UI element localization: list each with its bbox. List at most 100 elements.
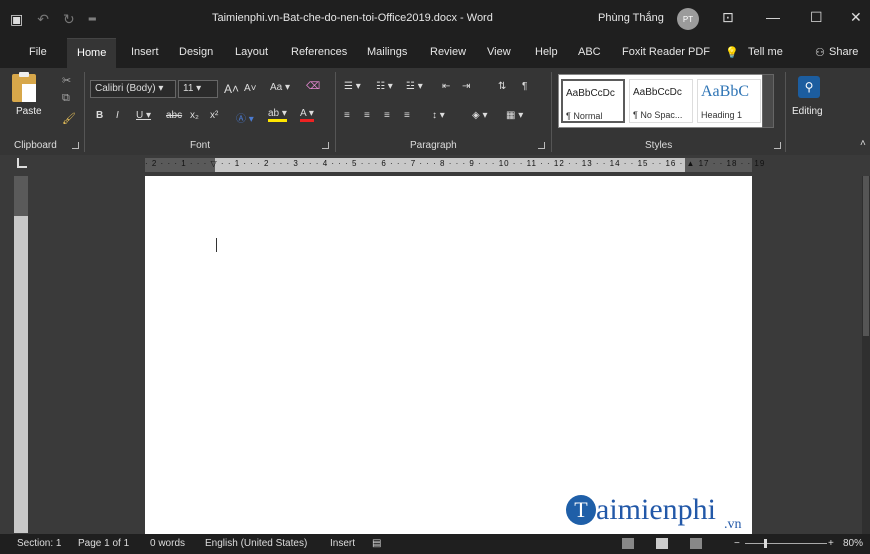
styles-more-button[interactable] xyxy=(762,74,774,128)
title-bar: ▣ ↶ ↻ ═ Taimienphi.vn-Bat-che-do-nen-toi… xyxy=(0,0,870,38)
vertical-scrollbar[interactable] xyxy=(862,176,870,534)
tab-help[interactable]: Help xyxy=(535,46,558,58)
tab-selector-icon[interactable] xyxy=(17,158,27,168)
font-size-combo[interactable]: 11 ▾ xyxy=(178,80,218,98)
copy-icon[interactable]: ⧉ xyxy=(62,92,70,105)
paste-button[interactable]: Paste xyxy=(10,72,50,132)
paragraph-launcher-icon[interactable] xyxy=(538,142,545,149)
tab-mailings[interactable]: Mailings xyxy=(367,46,407,58)
maximize-button[interactable]: ☐ xyxy=(810,9,823,26)
ribbon: Paste ✂ ⧉ 🖌 Clipboard Calibri (Body) ▾ 1… xyxy=(0,68,870,155)
group-label-paragraph: Paragraph xyxy=(410,140,457,151)
ribbon-display-options-icon[interactable]: ⊡ xyxy=(722,9,734,26)
tab-references[interactable]: References xyxy=(291,46,347,58)
print-layout-icon[interactable] xyxy=(656,538,668,549)
lightbulb-icon[interactable]: 💡 xyxy=(725,46,739,59)
superscript-button[interactable]: x² xyxy=(210,110,218,121)
zoom-out-button[interactable]: − xyxy=(734,538,740,549)
numbering-icon[interactable]: ☷ ▾ xyxy=(376,81,393,92)
styles-launcher-icon[interactable] xyxy=(774,142,781,149)
text-effects-icon[interactable]: Ⓐ ▾ xyxy=(236,110,254,125)
tab-home[interactable]: Home xyxy=(67,38,117,68)
style-name: ¶ Normal xyxy=(566,111,603,121)
minimize-button[interactable]: — xyxy=(766,9,780,25)
status-section[interactable]: Section: 1 xyxy=(17,538,61,549)
italic-button[interactable]: I xyxy=(116,110,119,121)
status-language[interactable]: English (United States) xyxy=(205,538,307,549)
avatar[interactable]: PT xyxy=(677,8,699,30)
increase-indent-icon[interactable]: ⇥ xyxy=(462,81,470,92)
share-button[interactable]: Share xyxy=(829,46,858,58)
style-name: ¶ No Spac... xyxy=(633,110,683,120)
justify-icon[interactable]: ≡ xyxy=(404,110,410,121)
paste-label: Paste xyxy=(16,106,42,117)
read-mode-icon[interactable] xyxy=(622,538,634,549)
cut-icon[interactable]: ✂ xyxy=(62,74,71,87)
line-spacing-icon[interactable]: ↕ ▾ xyxy=(432,110,445,121)
align-center-icon[interactable]: ≡ xyxy=(364,110,370,121)
font-name-combo[interactable]: Calibri (Body) ▾ xyxy=(90,80,176,98)
font-launcher-icon[interactable] xyxy=(322,142,329,149)
tab-design[interactable]: Design xyxy=(179,46,213,58)
clipboard-launcher-icon[interactable] xyxy=(72,142,79,149)
zoom-slider[interactable] xyxy=(745,543,827,544)
tab-abc[interactable]: ABC xyxy=(578,46,601,58)
align-right-icon[interactable]: ≡ xyxy=(384,110,390,121)
customize-qat-icon[interactable]: ═ xyxy=(89,14,96,25)
show-marks-icon[interactable]: ¶ xyxy=(522,81,527,92)
text-cursor xyxy=(216,238,217,252)
web-layout-icon[interactable] xyxy=(690,538,702,549)
ruler-ticks: · 2 · · · 1 · · · ▽ · · 1 · · · 2 · · · … xyxy=(145,159,766,168)
tell-me-search[interactable]: Tell me xyxy=(748,46,783,58)
bullets-icon[interactable]: ☰ ▾ xyxy=(344,81,361,92)
sort-icon[interactable]: ⇅ xyxy=(498,81,506,92)
grow-font-icon[interactable]: A˄ xyxy=(224,82,239,96)
tab-review[interactable]: Review xyxy=(430,46,466,58)
style-heading-1[interactable]: AaBbC Heading 1 xyxy=(697,79,761,123)
save-icon[interactable]: ▣ xyxy=(10,11,23,28)
shading-icon[interactable]: ◈ ▾ xyxy=(472,110,488,121)
tab-insert[interactable]: Insert xyxy=(131,46,159,58)
share-icon[interactable]: ⚇ xyxy=(815,46,825,59)
shrink-font-icon[interactable]: A˅ xyxy=(244,83,257,94)
zoom-slider-thumb[interactable] xyxy=(764,539,767,548)
change-case-button[interactable]: Aa ▾ xyxy=(270,82,290,93)
decrease-indent-icon[interactable]: ⇤ xyxy=(442,81,450,92)
subscript-button[interactable]: x₂ xyxy=(190,110,199,121)
tab-file[interactable]: File xyxy=(29,46,47,58)
user-name[interactable]: Phùng Thắng xyxy=(598,12,664,24)
status-mode[interactable]: Insert xyxy=(330,538,355,549)
style-normal[interactable]: AaBbCcDc ¶ Normal xyxy=(561,79,625,123)
zoom-in-button[interactable]: + xyxy=(828,538,834,549)
underline-button[interactable]: U ▾ xyxy=(136,110,151,121)
format-painter-icon[interactable]: 🖌 xyxy=(62,112,76,125)
zoom-level[interactable]: 80% xyxy=(843,538,863,549)
style-no-spacing[interactable]: AaBbCcDc ¶ No Spac... xyxy=(629,79,693,123)
collapse-ribbon-icon[interactable]: ˄ xyxy=(860,138,866,149)
ruler-bar: · 2 · · · 1 · · · ▽ · · 1 · · · 2 · · · … xyxy=(0,155,870,175)
status-words[interactable]: 0 words xyxy=(150,538,185,549)
font-color-icon[interactable]: A ▾ xyxy=(300,108,314,122)
status-page[interactable]: Page 1 of 1 xyxy=(78,538,129,549)
undo-icon[interactable]: ↶ xyxy=(37,11,49,28)
group-label-clipboard: Clipboard xyxy=(14,140,57,151)
redo-icon[interactable]: ↻ xyxy=(63,11,75,28)
borders-icon[interactable]: ▦ ▾ xyxy=(506,110,523,121)
clear-formatting-icon[interactable]: ⌫ xyxy=(306,81,320,92)
style-sample: AaBbCcDc xyxy=(566,88,615,99)
multilevel-list-icon[interactable]: ☳ ▾ xyxy=(406,81,423,92)
highlight-icon[interactable]: ab ▾ xyxy=(268,108,287,122)
close-button[interactable]: ✕ xyxy=(850,9,862,26)
vertical-ruler[interactable] xyxy=(14,176,28,533)
tab-foxit-reader-pdf[interactable]: Foxit Reader PDF xyxy=(622,46,710,58)
editing-button[interactable]: ⚲ Editing xyxy=(792,74,828,134)
align-left-icon[interactable]: ≡ xyxy=(344,110,350,121)
horizontal-ruler[interactable]: · 2 · · · 1 · · · ▽ · · 1 · · · 2 · · · … xyxy=(145,158,766,172)
document-page[interactable] xyxy=(145,176,752,534)
bold-button[interactable]: B xyxy=(96,110,103,121)
strikethrough-button[interactable]: abc xyxy=(166,110,182,121)
tab-view[interactable]: View xyxy=(487,46,511,58)
tab-layout[interactable]: Layout xyxy=(235,46,268,58)
font-size-value: 11 xyxy=(183,83,194,94)
macro-record-icon[interactable]: ▤ xyxy=(372,538,381,549)
